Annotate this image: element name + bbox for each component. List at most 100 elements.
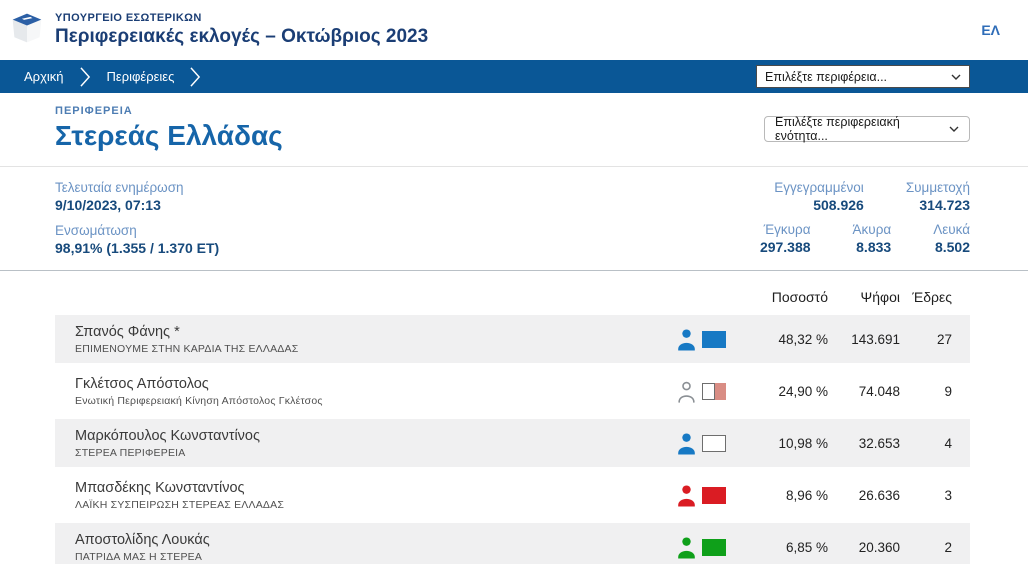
- stats-left: Τελευταία ενημέρωση 9/10/2023, 07:13 Ενσ…: [55, 180, 219, 256]
- votes-value: 32.653: [828, 436, 900, 451]
- seats-column-header: Έδρες: [900, 289, 952, 305]
- chevron-down-icon: [951, 74, 961, 80]
- stats-row-2: Έγκυρα 297.388 Άκυρα 8.833 Λευκά 8.502: [760, 222, 970, 255]
- candidate-cell: Σπανός Φάνης * ΕΠΙΜΕΝΟΥΜΕ ΣΤΗΝ ΚΑΡΔΙΑ ΤΗ…: [55, 324, 676, 355]
- icons-cell: [676, 484, 738, 507]
- seats-value: 9: [900, 384, 952, 399]
- candidate-name: Γκλέτσος Απόστολος: [75, 376, 676, 392]
- result-row[interactable]: Σπανός Φάνης * ΕΠΙΜΕΝΟΥΜΕ ΣΤΗΝ ΚΑΡΔΙΑ ΤΗ…: [55, 315, 970, 363]
- party-name: ΕΠΙΜΕΝΟΥΜΕ ΣΤΗΝ ΚΑΡΔΙΑ ΤΗΣ ΕΛΛΑΔΑΣ: [75, 343, 676, 355]
- breadcrumb-regions[interactable]: Περιφέρειες: [97, 69, 185, 84]
- result-row[interactable]: Μπασδέκης Κωνσταντίνος ΛΑΪΚΗ ΣΥΣΠΕΙΡΩΣΗ …: [55, 471, 970, 519]
- votes-value: 143.691: [828, 332, 900, 347]
- breadcrumb-bar: Αρχική Περιφέρειες Επιλέξτε περιφέρεια..…: [0, 60, 1028, 93]
- candidate-name: Μπασδέκης Κωνσταντίνος: [75, 480, 676, 496]
- candidate-cell: Μπασδέκης Κωνσταντίνος ΛΑΪΚΗ ΣΥΣΠΕΙΡΩΣΗ …: [55, 480, 676, 511]
- seats-value: 27: [900, 332, 952, 347]
- party-color-swatch: [702, 331, 726, 348]
- candidate-cell: Αποστολίδης Λουκάς ΠΑΤΡΙΔΑ ΜΑΣ Η ΣΤΕΡΕΑ: [55, 532, 676, 563]
- breadcrumb-home[interactable]: Αρχική: [14, 69, 74, 84]
- page: ΥΠΟΥΡΓΕΙΟ ΕΣΩΤΕΡΙΚΩΝ Περιφερειακές εκλογ…: [0, 0, 1028, 564]
- percent-value: 8,96 %: [738, 488, 828, 503]
- blank-votes: Λευκά 8.502: [933, 222, 970, 255]
- icons-cell: [676, 380, 738, 403]
- registered-label: Εγγεγραμμένοι: [774, 180, 864, 195]
- valid-value: 297.388: [760, 239, 811, 255]
- integration: Ενσωμάτωση 98,91% (1.355 / 1.370 ΕΤ): [55, 223, 219, 256]
- brand: ΥΠΟΥΡΓΕΙΟ ΕΣΩΤΕΡΙΚΩΝ Περιφερειακές εκλογ…: [10, 12, 428, 49]
- last-update: Τελευταία ενημέρωση 9/10/2023, 07:13: [55, 180, 219, 213]
- stats-section: Τελευταία ενημέρωση 9/10/2023, 07:13 Ενσ…: [0, 167, 1028, 271]
- party-color-swatch: [702, 383, 726, 400]
- blank-value: 8.502: [933, 239, 970, 255]
- stats-right: Εγγεγραμμένοι 508.926 Συμμετοχή 314.723 …: [760, 180, 970, 256]
- regional-unit-select[interactable]: Επιλέξτε περιφερειακή ενότητα...: [764, 116, 970, 142]
- page-title: Περιφερειακές εκλογές – Οκτώβριος 2023: [55, 26, 428, 48]
- region-heading-section: ΠΕΡΙΦΕΡΕΙΑ Στερεάς Ελλάδας Επιλέξτε περι…: [0, 93, 1028, 167]
- votes-value: 74.048: [828, 384, 900, 399]
- icons-cell: [676, 536, 738, 559]
- seats-value: 2: [900, 540, 952, 555]
- registered-value: 508.926: [774, 197, 864, 213]
- last-update-value: 9/10/2023, 07:13: [55, 197, 219, 213]
- integration-value: 98,91% (1.355 / 1.370 ΕΤ): [55, 240, 219, 256]
- invalid-label: Άκυρα: [853, 222, 892, 237]
- person-icon: [676, 432, 697, 455]
- party-color-swatch: [702, 539, 726, 556]
- party-name: ΛΑΪΚΗ ΣΥΣΠΕΙΡΩΣΗ ΣΤΕΡΕΑΣ ΕΛΛΑΔΑΣ: [75, 499, 676, 511]
- ballot-box-icon: [10, 12, 44, 49]
- party-name: ΣΤΕΡΕΑ ΠΕΡΙΦΕΡΕΙΑ: [75, 447, 676, 459]
- invalid-votes: Άκυρα 8.833: [853, 222, 892, 255]
- last-update-label: Τελευταία ενημέρωση: [55, 180, 219, 195]
- result-row[interactable]: Αποστολίδης Λουκάς ΠΑΤΡΙΔΑ ΜΑΣ Η ΣΤΕΡΕΑ …: [55, 523, 970, 564]
- percent-value: 6,85 %: [738, 540, 828, 555]
- valid-votes: Έγκυρα 297.388: [760, 222, 811, 255]
- registered: Εγγεγραμμένοι 508.926: [774, 180, 864, 213]
- icons-cell: [676, 432, 738, 455]
- turnout-value: 314.723: [906, 197, 970, 213]
- candidate-name: Σπανός Φάνης *: [75, 324, 676, 340]
- party-color-swatch: [702, 435, 726, 452]
- region-select-placeholder: Επιλέξτε περιφέρεια...: [765, 70, 887, 84]
- person-icon: [676, 380, 697, 403]
- results-header-row: Ποσοστό Ψήφοι Έδρες: [55, 289, 970, 305]
- percent-value: 10,98 %: [738, 436, 828, 451]
- chevron-right-icon: [80, 67, 91, 87]
- seats-value: 4: [900, 436, 952, 451]
- invalid-value: 8.833: [853, 239, 892, 255]
- votes-value: 20.360: [828, 540, 900, 555]
- percent-value: 48,32 %: [738, 332, 828, 347]
- valid-label: Έγκυρα: [760, 222, 811, 237]
- result-row[interactable]: Γκλέτσος Απόστολος Ενωτική Περιφερειακή …: [55, 367, 970, 415]
- votes-column-header: Ψήφοι: [828, 289, 900, 305]
- language-toggle[interactable]: ΕΛ: [981, 22, 1000, 38]
- turnout: Συμμετοχή 314.723: [906, 180, 970, 213]
- integration-label: Ενσωμάτωση: [55, 223, 219, 238]
- unit-select-placeholder: Επιλέξτε περιφερειακή ενότητα...: [775, 115, 949, 143]
- turnout-label: Συμμετοχή: [906, 180, 970, 195]
- person-icon: [676, 484, 697, 507]
- party-name: Ενωτική Περιφερειακή Κίνηση Απόστολος Γκ…: [75, 395, 676, 407]
- ministry-name: ΥΠΟΥΡΓΕΙΟ ΕΣΩΤΕΡΙΚΩΝ: [55, 12, 428, 24]
- top-header: ΥΠΟΥΡΓΕΙΟ ΕΣΩΤΕΡΙΚΩΝ Περιφερειακές εκλογ…: [0, 0, 1028, 60]
- stats-row-1: Εγγεγραμμένοι 508.926 Συμμετοχή 314.723: [774, 180, 970, 213]
- party-name: ΠΑΤΡΙΔΑ ΜΑΣ Η ΣΤΕΡΕΑ: [75, 551, 676, 563]
- results-table: Ποσοστό Ψήφοι Έδρες Σπανός Φάνης * ΕΠΙΜΕ…: [55, 289, 970, 564]
- results-rows: Σπανός Φάνης * ΕΠΙΜΕΝΟΥΜΕ ΣΤΗΝ ΚΑΡΔΙΑ ΤΗ…: [55, 315, 970, 564]
- chevron-down-icon: [949, 126, 959, 132]
- region-label: ΠΕΡΙΦΕΡΕΙΑ: [55, 105, 283, 117]
- result-row[interactable]: Μαρκόπουλος Κωνσταντίνος ΣΤΕΡΕΑ ΠΕΡΙΦΕΡΕ…: [55, 419, 970, 467]
- icons-cell: [676, 328, 738, 351]
- candidate-name: Αποστολίδης Λουκάς: [75, 532, 676, 548]
- region-name: Στερεάς Ελλάδας: [55, 120, 283, 152]
- region-heading: ΠΕΡΙΦΕΡΕΙΑ Στερεάς Ελλάδας: [55, 105, 283, 152]
- chevron-right-icon: [190, 67, 201, 87]
- region-select[interactable]: Επιλέξτε περιφέρεια...: [756, 65, 970, 88]
- candidate-cell: Μαρκόπουλος Κωνσταντίνος ΣΤΕΡΕΑ ΠΕΡΙΦΕΡΕ…: [55, 428, 676, 459]
- seats-value: 3: [900, 488, 952, 503]
- party-color-swatch: [702, 487, 726, 504]
- percent-value: 24,90 %: [738, 384, 828, 399]
- blank-label: Λευκά: [933, 222, 970, 237]
- candidate-cell: Γκλέτσος Απόστολος Ενωτική Περιφερειακή …: [55, 376, 676, 407]
- person-icon: [676, 536, 697, 559]
